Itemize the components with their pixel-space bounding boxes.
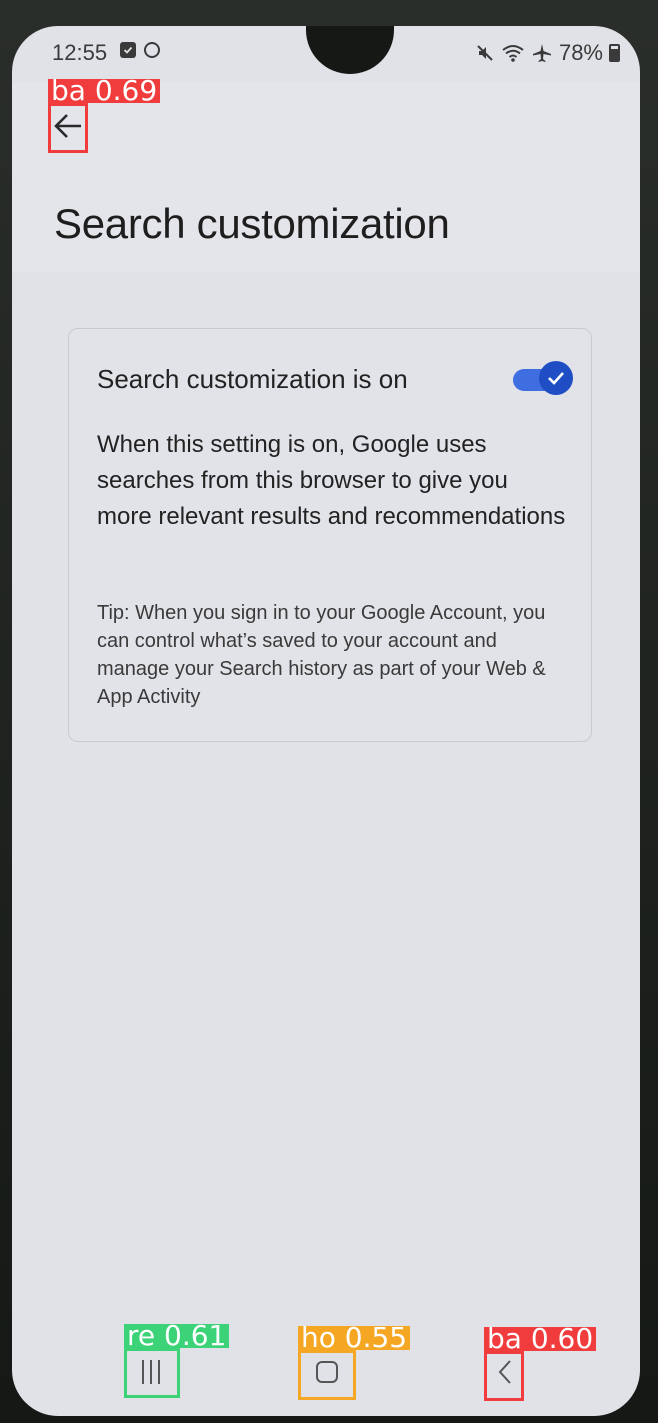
- app-header: Search customization: [12, 82, 640, 272]
- phone-frame: 12:55 78% Search customization Search cu…: [0, 0, 658, 1423]
- checkbox-notification-icon: [120, 42, 136, 58]
- toggle-row[interactable]: Search customization is on: [97, 361, 573, 397]
- home-icon: [316, 1361, 338, 1383]
- tip-text: Tip: When you sign in to your Google Acc…: [97, 602, 546, 708]
- battery-icon: [609, 44, 620, 62]
- page-title: Search customization: [54, 200, 450, 247]
- chevron-left-icon: [498, 1360, 511, 1384]
- toggle-thumb: [539, 361, 573, 395]
- wifi-icon: [502, 45, 524, 62]
- detection-label-recents: re 0.61: [124, 1322, 230, 1350]
- home-button[interactable]: [302, 1348, 352, 1396]
- recents-icon: [142, 1360, 160, 1384]
- battery-percent: 78%: [558, 40, 603, 65]
- back-button[interactable]: [48, 106, 88, 146]
- circle-notification-icon: [144, 42, 160, 58]
- detection-label-back-top: ba 0.69: [48, 77, 161, 105]
- toggle-label: Search customization is on: [97, 364, 408, 394]
- arrow-left-icon: [54, 114, 81, 138]
- mute-icon: [477, 45, 493, 61]
- checkmark-icon: [548, 372, 564, 385]
- search-customization-toggle[interactable]: [511, 361, 573, 395]
- setting-description: When this setting is on, Google uses sea…: [97, 431, 566, 530]
- detection-label-home: ho 0.55: [298, 1324, 411, 1352]
- airplane-icon: [532, 44, 551, 62]
- nav-back-button[interactable]: [480, 1348, 530, 1396]
- detection-label-back-nav: ba 0.60: [484, 1325, 597, 1353]
- status-time: 12:55: [52, 40, 108, 65]
- settings-card: Search customization is on When this set…: [68, 328, 592, 742]
- screen: 12:55 78% Search customization Search cu…: [12, 26, 640, 1416]
- recents-button[interactable]: [126, 1348, 176, 1396]
